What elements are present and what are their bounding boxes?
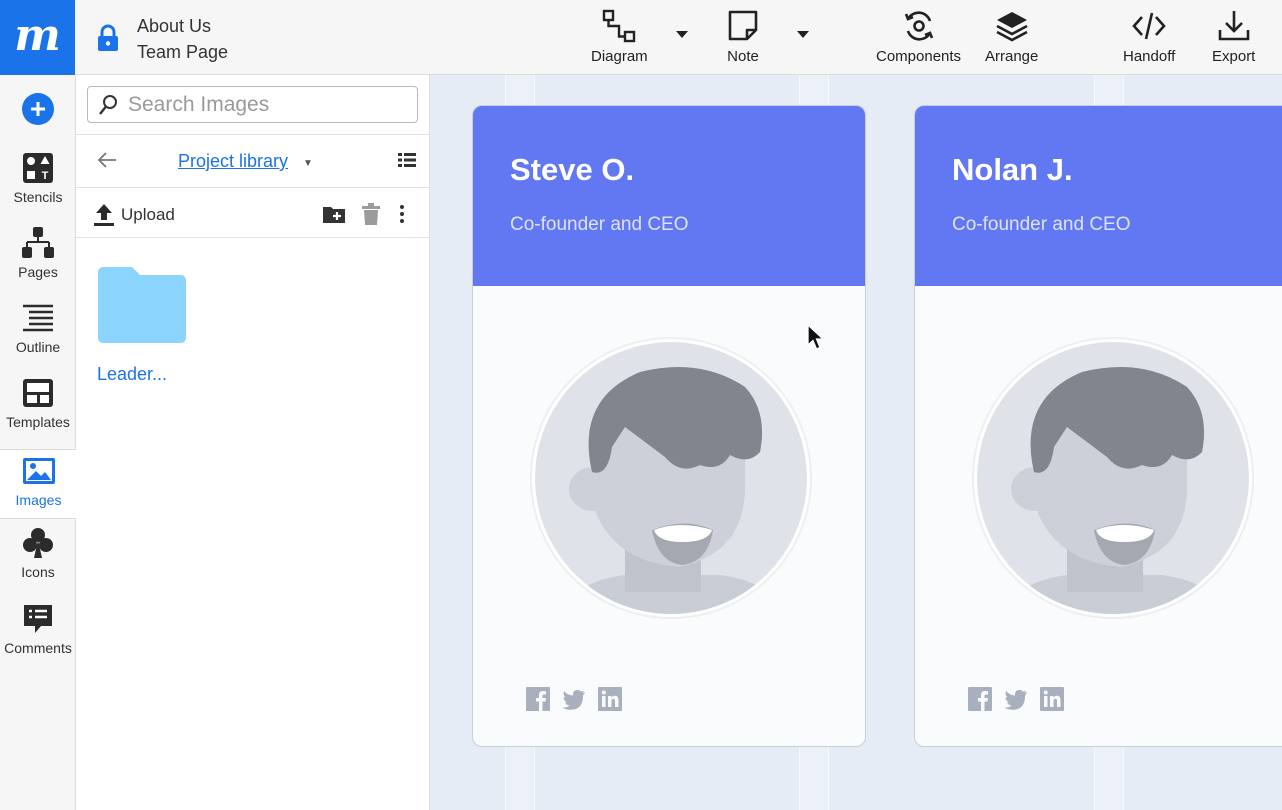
export-label: Export <box>1212 48 1256 65</box>
templates-icon <box>23 379 53 407</box>
folder-label[interactable]: Leader... <box>97 364 167 385</box>
divider <box>76 187 430 188</box>
linkedin-icon[interactable] <box>597 686 623 712</box>
team-card[interactable]: Steve O. Co-founder and CEO <box>472 105 866 747</box>
handoff-tool[interactable]: Handoff <box>1123 8 1175 65</box>
rail-item-icons[interactable]: Icons <box>0 526 76 598</box>
plus-icon <box>31 102 45 116</box>
download-icon <box>1218 11 1249 41</box>
rail-item-outline[interactable]: Outline <box>0 301 76 373</box>
export-tool[interactable]: Export <box>1212 8 1255 65</box>
avatar[interactable] <box>530 337 812 619</box>
note-icon <box>728 10 758 41</box>
rail-item-pages[interactable]: Pages <box>0 226 76 298</box>
app-logo[interactable]: m <box>0 0 75 75</box>
stencils-icon: T <box>23 153 53 183</box>
icons-label: Icons <box>21 564 55 580</box>
pages-label: Pages <box>18 264 58 280</box>
project-name: About Us <box>137 16 212 36</box>
upload-button[interactable]: Upload <box>93 202 175 228</box>
outline-label: Outline <box>15 339 61 355</box>
facebook-icon[interactable] <box>967 686 993 712</box>
upload-label: Upload <box>121 205 175 224</box>
facebook-icon[interactable] <box>525 686 551 712</box>
club-icon <box>23 528 53 558</box>
folder-icon[interactable] <box>96 265 188 345</box>
outline-icon <box>23 304 53 332</box>
design-canvas[interactable]: Steve O. Co-founder and CEO Nolan J. Co-… <box>430 75 1282 810</box>
diagram-dropdown-icon[interactable] <box>675 28 689 40</box>
rail-item-images[interactable]: Images <box>0 449 77 519</box>
note-dropdown-icon[interactable] <box>796 28 810 40</box>
stencils-label: Stencils <box>13 189 63 205</box>
code-icon <box>1132 12 1166 40</box>
divider <box>76 134 430 135</box>
member-name: Steve O. <box>510 152 635 187</box>
note-label: Note <box>727 48 759 65</box>
trash-icon[interactable] <box>359 202 383 226</box>
member-role: Co-founder and CEO <box>510 214 689 235</box>
back-arrow-icon[interactable] <box>96 149 118 171</box>
lock-icon[interactable] <box>96 24 120 52</box>
note-tool[interactable]: Note <box>725 8 761 65</box>
search-icon <box>99 94 117 115</box>
layers-icon <box>996 12 1028 42</box>
diagram-label: Diagram <box>591 48 648 65</box>
rail-item-comments[interactable]: Comments <box>0 602 76 674</box>
left-rail: T Stencils Pages Outline Templates Image… <box>0 75 77 810</box>
comments-label: Comments <box>4 640 72 656</box>
social-links <box>967 686 1065 712</box>
diagram-tool[interactable]: Diagram <box>591 8 648 65</box>
new-folder-icon[interactable] <box>322 202 346 226</box>
member-role: Co-founder and CEO <box>952 214 1131 235</box>
add-button[interactable] <box>22 93 54 125</box>
card-header: Nolan J. Co-founder and CEO <box>915 106 1282 286</box>
card-header: Steve O. Co-founder and CEO <box>473 106 865 286</box>
components-icon <box>904 11 933 41</box>
twitter-icon[interactable] <box>1003 686 1029 712</box>
pages-icon <box>22 227 54 258</box>
more-options-icon[interactable] <box>390 202 414 226</box>
page-name: Team Page <box>137 42 229 62</box>
images-label: Images <box>15 492 62 508</box>
list-view-icon[interactable] <box>398 152 416 168</box>
images-panel: Project library ▼ Upload Leader... <box>76 75 430 810</box>
rail-item-templates[interactable]: Templates <box>0 376 76 448</box>
divider <box>76 237 430 238</box>
search-input[interactable] <box>126 91 406 118</box>
member-name: Nolan J. <box>952 152 1073 187</box>
rail-item-stencils[interactable]: T Stencils <box>0 151 76 223</box>
arrange-tool[interactable]: Arrange <box>985 8 1038 65</box>
avatar[interactable] <box>972 337 1254 619</box>
components-tool[interactable]: Components <box>876 8 961 65</box>
arrange-label: Arrange <box>985 48 1039 65</box>
templates-label: Templates <box>6 414 70 430</box>
mouse-cursor-icon <box>807 324 825 350</box>
logo-letter: m <box>14 9 61 61</box>
linkedin-icon[interactable] <box>1039 686 1065 712</box>
image-icon <box>22 458 55 484</box>
handoff-label: Handoff <box>1123 48 1176 65</box>
social-links <box>525 686 623 712</box>
project-library-link[interactable]: Project library <box>178 151 288 172</box>
library-dropdown-icon[interactable]: ▼ <box>303 158 313 169</box>
upload-icon <box>94 204 114 226</box>
document-title[interactable]: About Us Team Page <box>137 13 228 65</box>
comment-icon <box>24 605 52 633</box>
top-bar: m About Us Team Page Diagram Note Compon… <box>0 0 1282 75</box>
team-card[interactable]: Nolan J. Co-founder and CEO <box>914 105 1282 747</box>
search-box <box>87 86 418 123</box>
twitter-icon[interactable] <box>561 686 587 712</box>
diagram-icon <box>603 9 636 43</box>
svg-text:T: T <box>42 170 49 182</box>
components-label: Components <box>876 48 962 65</box>
